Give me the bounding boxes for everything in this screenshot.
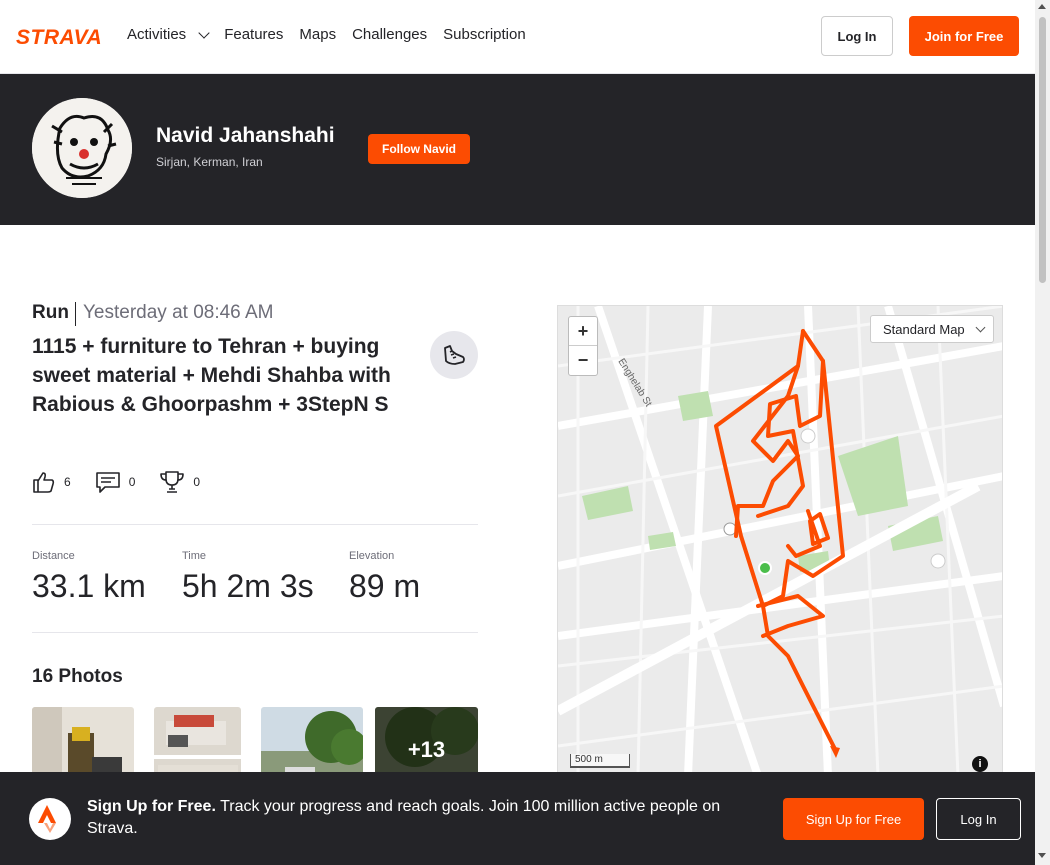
zoom-in-button[interactable]: + (569, 317, 597, 346)
map-scale: 500 m (570, 754, 630, 768)
achievements-button[interactable]: 0 (159, 470, 200, 494)
social-counts: 6 0 0 (32, 470, 200, 494)
zoom-controls: + − (568, 316, 598, 376)
athlete-name[interactable]: Navid Jahanshahi (156, 124, 335, 148)
athlete-header: Navid Jahanshahi Sirjan, Kerman, Iran Fo… (0, 74, 1035, 225)
kudos-button[interactable]: 6 (32, 470, 71, 494)
nav-activities[interactable]: Activities (127, 26, 210, 43)
photos-title: 16 Photos (32, 666, 123, 687)
stat-label: Distance (32, 550, 75, 562)
kudos-count: 6 (64, 475, 71, 489)
nav-activities-label: Activities (127, 26, 187, 43)
nav-subscription[interactable]: Subscription (443, 26, 526, 43)
avatar[interactable] (32, 98, 132, 198)
nav-features[interactable]: Features (224, 26, 283, 43)
stat-elevation: Elevation 89 m (349, 550, 420, 605)
scroll-up-arrow-icon[interactable] (1038, 4, 1046, 9)
chevron-down-icon (975, 322, 986, 333)
achievement-count: 0 (193, 475, 201, 489)
info-icon[interactable]: i (972, 756, 988, 772)
scroll-thumb[interactable] (1039, 17, 1046, 283)
stat-distance: Distance 33.1 km (32, 550, 146, 605)
strava-logo[interactable]: STRAVA (16, 26, 102, 50)
divider (75, 302, 76, 326)
stat-value: 5h 2m 3s (182, 568, 314, 604)
activity-type: Run (32, 302, 69, 323)
strava-logo-icon (29, 798, 71, 840)
nav-maps[interactable]: Maps (299, 26, 336, 43)
athlete-location: Sirjan, Kerman, Iran (156, 155, 263, 169)
scroll-down-arrow-icon[interactable] (1038, 853, 1046, 858)
top-nav: STRAVA Activities Features Maps Challeng… (0, 0, 1035, 74)
banner-login-button[interactable]: Log In (936, 798, 1021, 840)
thumbs-up-icon (33, 472, 55, 493)
signup-headline: Sign Up for Free. (87, 798, 216, 815)
trophy-icon (160, 471, 185, 493)
chevron-down-icon (198, 26, 210, 39)
nav-links: Activities Features Maps Challenges Subs… (127, 26, 526, 43)
stat-label: Elevation (349, 550, 395, 562)
map-style-label: Standard Map (883, 321, 965, 337)
comments-button[interactable]: 0 (95, 470, 136, 494)
stat-value: 33.1 km (32, 568, 146, 604)
stat-value: 89 m (349, 568, 421, 604)
divider (32, 632, 478, 633)
activity-title: 1115 + furniture to Tehran + buying swee… (32, 335, 391, 416)
follow-button[interactable]: Follow Navid (368, 134, 470, 164)
signup-message: Sign Up for Free. Track your progress an… (87, 796, 757, 840)
zoom-out-button[interactable]: − (569, 346, 597, 375)
login-button[interactable]: Log In (821, 16, 893, 56)
stat-time: Time 5h 2m 3s (182, 550, 314, 605)
stat-label: Time (182, 550, 207, 562)
activity-date: Yesterday at 08:46 AM (83, 302, 274, 323)
divider (32, 524, 478, 525)
comment-count: 0 (128, 475, 136, 489)
shoe-icon (430, 331, 478, 379)
route-map[interactable]: Enghelab St + − Standard Map 500 m i (557, 305, 1003, 775)
comment-icon (95, 472, 120, 493)
map-style-select[interactable]: Standard Map (870, 315, 994, 343)
join-button[interactable]: Join for Free (909, 16, 1019, 56)
scrollbar[interactable] (1035, 0, 1050, 865)
nav-challenges[interactable]: Challenges (352, 26, 427, 43)
signup-banner: Sign Up for Free. Track your progress an… (0, 772, 1035, 865)
signup-button[interactable]: Sign Up for Free (783, 798, 924, 840)
